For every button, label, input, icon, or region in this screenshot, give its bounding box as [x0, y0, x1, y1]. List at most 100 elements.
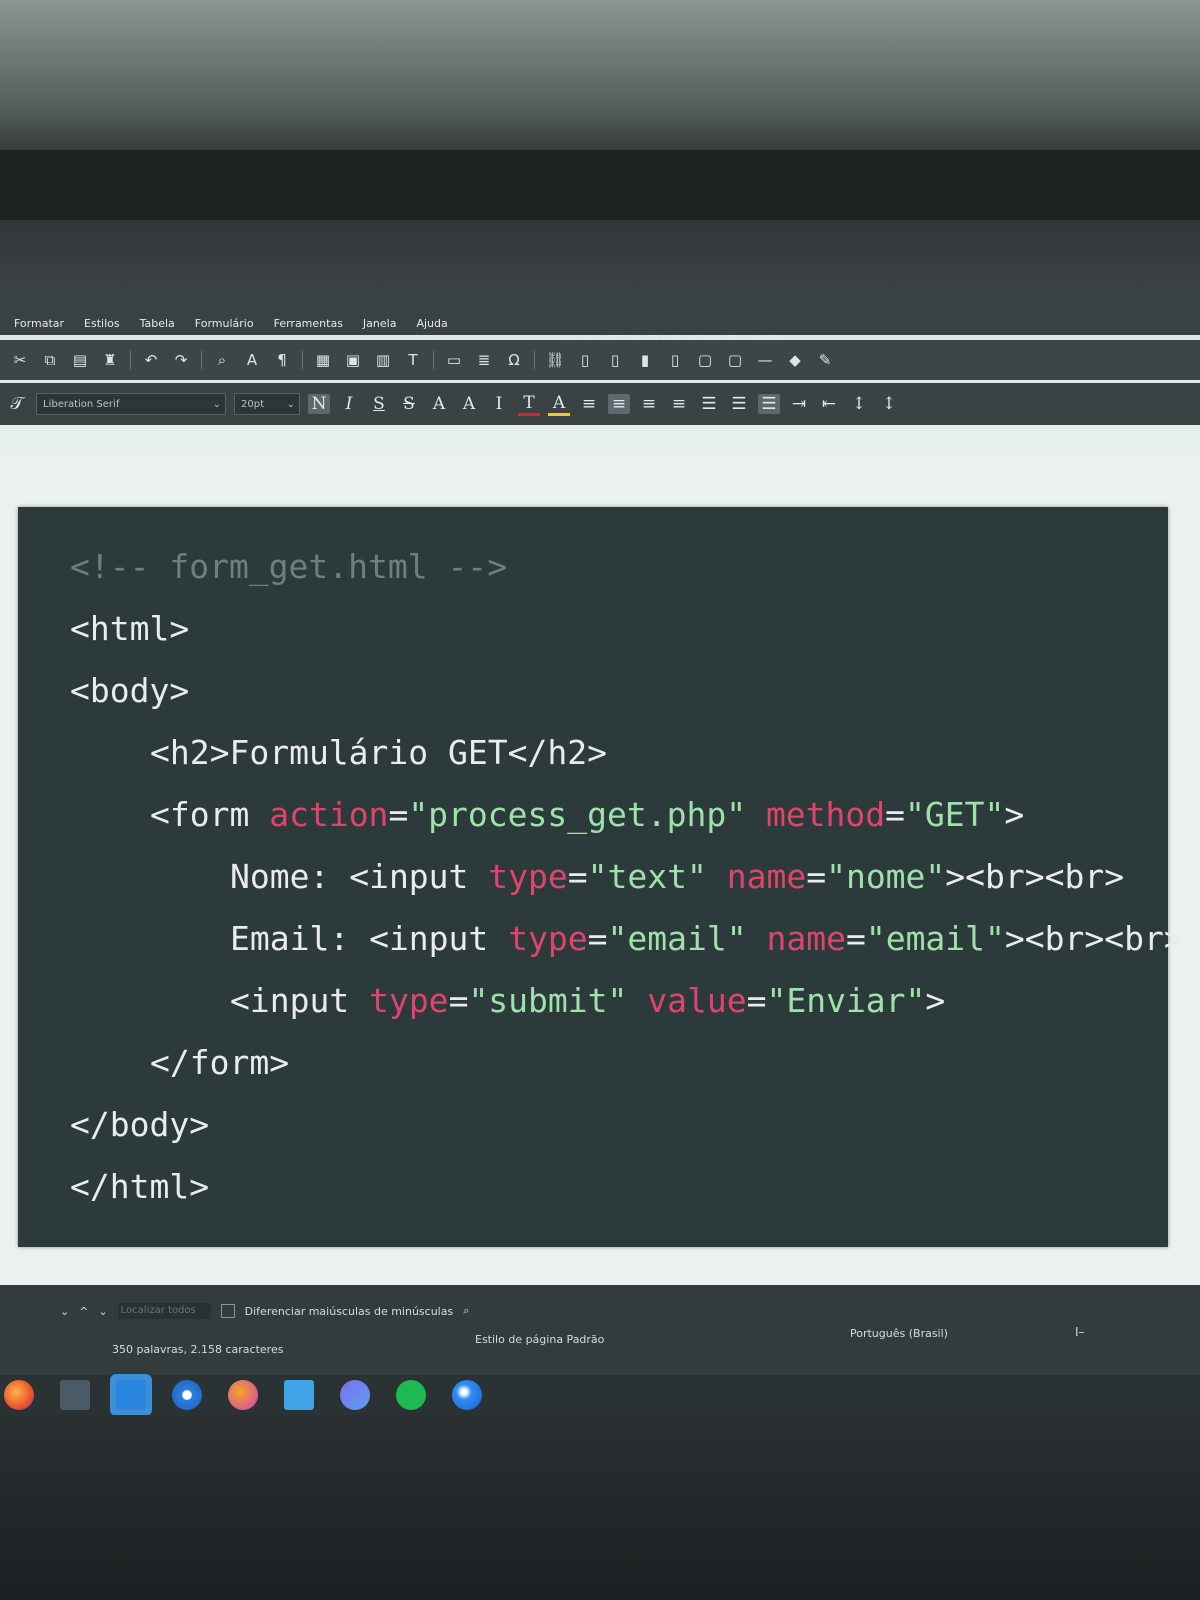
code-token: ><br><br> — [945, 857, 1125, 896]
numbering-icon[interactable]: ☰ — [728, 394, 750, 414]
code-line[interactable]: <body> — [70, 671, 189, 711]
strikethrough-icon[interactable]: S — [398, 394, 420, 414]
increase-indent-icon[interactable]: ⇥ — [788, 394, 810, 414]
code-line[interactable]: Email: <input type="email" name="email">… — [230, 919, 1184, 959]
spelling-icon[interactable]: A — [242, 351, 262, 369]
bold-icon[interactable]: N — [308, 394, 330, 414]
formatting-toolbar: 𝒯 Liberation Serif ⌄ 20pt ⌄ N I S S A A … — [0, 383, 1200, 425]
line-spacing-icon[interactable]: ↕ — [848, 394, 870, 414]
font-name-combo[interactable]: Liberation Serif ⌄ — [36, 393, 226, 415]
track-changes-icon[interactable]: ▢ — [725, 351, 745, 369]
clone-format-icon[interactable]: ♜ — [100, 351, 120, 369]
code-block[interactable]: <!-- form_get.html --> <html> <body> <h2>Fo… — [18, 507, 1184, 1247]
horizontal-line-icon[interactable]: — — [755, 351, 775, 369]
page-break-icon[interactable]: ▭ — [444, 351, 464, 369]
code-line[interactable]: <h2>Formulário GET</h2> — [150, 733, 607, 773]
superscript-icon[interactable]: A — [428, 394, 450, 414]
formatting-marks-icon[interactable]: ¶ — [272, 351, 292, 369]
code-line[interactable]: </html> — [70, 1167, 209, 1207]
insert-chart-icon[interactable]: ▥ — [373, 351, 393, 369]
document-page[interactable]: <!-- form_get.html --> <html> <body> <h2>Fo… — [0, 457, 1200, 1337]
language-status[interactable]: Português (Brasil) — [850, 1327, 948, 1340]
code-line[interactable]: <!-- form_get.html --> — [70, 547, 507, 587]
redo-icon[interactable]: ↷ — [171, 351, 191, 369]
insert-textbox-icon[interactable]: T — [403, 351, 423, 369]
krita-icon[interactable] — [228, 1380, 258, 1410]
code-token: = — [845, 919, 866, 958]
find-previous-icon[interactable]: ^ — [79, 1305, 88, 1318]
cross-reference-icon[interactable]: ▯ — [665, 351, 685, 369]
chromium-icon[interactable] — [172, 1380, 202, 1410]
code-line[interactable]: <input type="submit" value="Enviar"> — [230, 981, 945, 1021]
undo-icon[interactable]: ↶ — [141, 351, 161, 369]
menu-estilos[interactable]: Estilos — [84, 317, 120, 330]
code-line[interactable]: <form action="process_get.php" method="G… — [150, 795, 1024, 835]
footnote-icon[interactable]: ▯ — [575, 351, 595, 369]
terminal-icon[interactable] — [60, 1380, 90, 1410]
copy-icon[interactable]: ⧉ — [40, 351, 60, 369]
paste-icon[interactable]: ▤ — [70, 351, 90, 369]
standard-toolbar: ✂ ⧉ ▤ ♜ ↶ ↷ ⌕ A ¶ ▦ ▣ ▥ T ▭ ≣ Ω ⛓ ▯ ▯ ▮ … — [0, 340, 1200, 380]
paragraph-style-icon[interactable]: 𝒯 — [6, 394, 28, 414]
firefox-icon[interactable] — [4, 1380, 34, 1410]
justify-icon[interactable]: ≡ — [668, 394, 690, 414]
insert-mode-status[interactable]: I– — [1075, 1325, 1085, 1339]
horizontal-ruler[interactable] — [0, 425, 1200, 458]
hyperlink-icon[interactable]: ⛓ — [545, 351, 565, 369]
font-name-value: Liberation Serif — [43, 399, 120, 410]
basic-shapes-icon[interactable]: ◆ — [785, 351, 805, 369]
underline-icon[interactable]: S — [368, 394, 390, 414]
bookmark-icon[interactable]: ▮ — [635, 351, 655, 369]
font-color-icon[interactable]: T — [518, 393, 540, 416]
align-right-icon[interactable]: ≡ — [638, 394, 660, 414]
find-next-icon[interactable]: ⌄ — [98, 1305, 107, 1318]
insert-image-icon[interactable]: ▣ — [343, 351, 363, 369]
insert-field-icon[interactable]: ≣ — [474, 351, 494, 369]
menu-formulario[interactable]: Formulário — [195, 317, 254, 330]
match-case-checkbox[interactable] — [220, 1304, 235, 1318]
align-left-icon[interactable]: ≡ — [578, 394, 600, 414]
word-count[interactable]: 350 palavras, 2.158 caracteres — [112, 1343, 283, 1356]
insert-table-icon[interactable]: ▦ — [313, 351, 333, 369]
code-line[interactable]: <html> — [70, 609, 189, 649]
image-viewer-icon[interactable] — [284, 1380, 314, 1410]
special-character-icon[interactable]: Ω — [504, 351, 524, 369]
menu-formatar[interactable]: Formatar — [14, 317, 64, 330]
font-size-combo[interactable]: 20pt ⌄ — [234, 393, 300, 415]
highlight-color-icon[interactable]: A — [548, 393, 570, 416]
code-line[interactable]: Nome: <input type="text" name="nome"><br… — [230, 857, 1124, 897]
browser-icon[interactable] — [452, 1380, 482, 1410]
find-replace-icon[interactable]: ⌕ — [212, 351, 232, 369]
status-area: ⌄ ^ ⌄ Localizar todos Diferenciar maiúsc… — [0, 1285, 1200, 1375]
menu-janela[interactable]: Janela — [363, 317, 397, 330]
code-token: Nome: <input — [230, 857, 489, 896]
outline-icon[interactable]: ☰ — [758, 394, 780, 414]
decrease-indent-icon[interactable]: ⇤ — [818, 394, 840, 414]
separator — [534, 351, 535, 369]
italic-icon[interactable]: I — [338, 394, 360, 414]
bullets-icon[interactable]: ☰ — [698, 394, 720, 414]
subscript-icon[interactable]: A — [458, 394, 480, 414]
page-style[interactable]: Estilo de página Padrão — [475, 1333, 604, 1346]
code-token: name — [766, 919, 846, 958]
draw-icon[interactable]: ✎ — [815, 351, 835, 369]
endnote-icon[interactable]: ▯ — [605, 351, 625, 369]
menu-tabela[interactable]: Tabela — [140, 317, 175, 330]
code-token: "text" — [587, 857, 727, 896]
code-line[interactable]: </body> — [70, 1105, 209, 1145]
chevron-down-icon[interactable]: ⌄ — [60, 1305, 69, 1318]
search-icon[interactable]: ⌕ — [463, 1304, 469, 1318]
menu-ferramentas[interactable]: Ferramentas — [274, 317, 343, 330]
spotify-icon[interactable] — [396, 1380, 426, 1410]
paragraph-spacing-icon[interactable]: ↕ — [878, 394, 900, 414]
cut-icon[interactable]: ✂ — [10, 351, 30, 369]
writer-icon[interactable] — [116, 1380, 146, 1410]
code-line[interactable]: </form> — [150, 1043, 289, 1083]
comment-icon[interactable]: ▢ — [695, 351, 715, 369]
align-center-icon[interactable]: ≡ — [608, 394, 630, 414]
find-all-button[interactable]: Localizar todos — [117, 1303, 211, 1319]
menu-ajuda[interactable]: Ajuda — [416, 317, 447, 330]
projector-screen: Formatar Estilos Tabela Formulário Ferra… — [0, 285, 1200, 1415]
telegram-icon[interactable] — [340, 1380, 370, 1410]
clear-formatting-icon[interactable]: I — [488, 394, 510, 414]
